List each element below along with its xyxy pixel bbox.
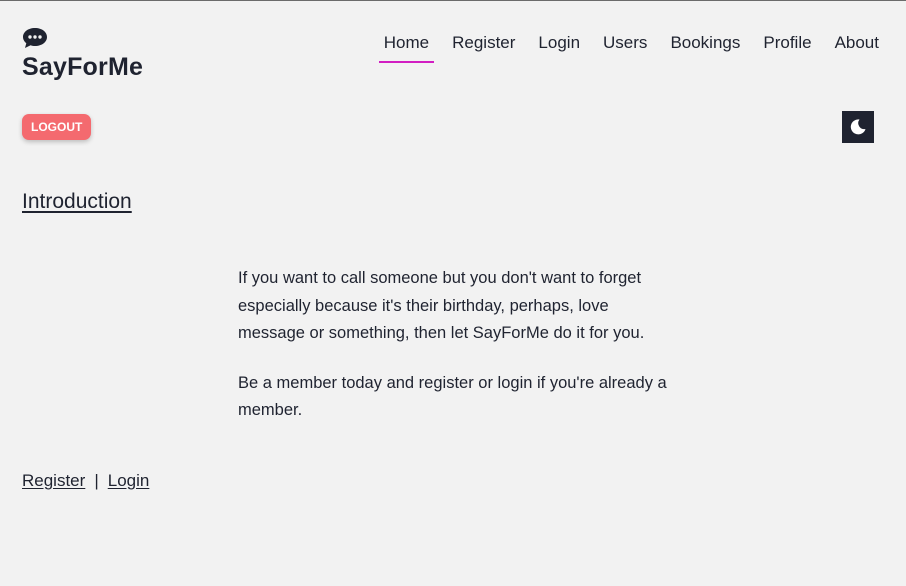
theme-toggle-button[interactable] (842, 111, 874, 143)
moon-icon (850, 119, 866, 135)
nav-item-login[interactable]: Login (538, 33, 580, 63)
logout-button[interactable]: LOGOUT (22, 114, 92, 140)
nav-item-bookings[interactable]: Bookings (670, 33, 740, 63)
introduction-heading: Introduction (22, 190, 132, 213)
nav-item-register[interactable]: Register (452, 33, 515, 63)
footer-separator: | (94, 471, 99, 490)
intro-paragraph: If you want to call someone but you don'… (238, 269, 645, 342)
nav-item-profile[interactable]: Profile (763, 33, 811, 63)
nav-item-users[interactable]: Users (603, 33, 647, 63)
footer-login-link[interactable]: Login (108, 471, 150, 490)
footer-register-link[interactable]: Register (22, 471, 85, 490)
intro-content: If you want to call someone but you don'… (238, 265, 670, 447)
main-nav: Home Register Login Users Bookings Profi… (361, 33, 879, 63)
footer-links: Register | Login (22, 471, 149, 491)
nav-item-about[interactable]: About (835, 33, 879, 63)
brand-name: SayForMe (22, 53, 144, 81)
page: SayForMe Home Register Login Users Booki… (0, 0, 906, 586)
membership-paragraph: Be a member today and register or login … (238, 373, 667, 420)
speech-bubble-icon (23, 28, 47, 48)
nav-item-home[interactable]: Home (378, 33, 435, 63)
brand[interactable]: SayForMe (22, 27, 143, 82)
